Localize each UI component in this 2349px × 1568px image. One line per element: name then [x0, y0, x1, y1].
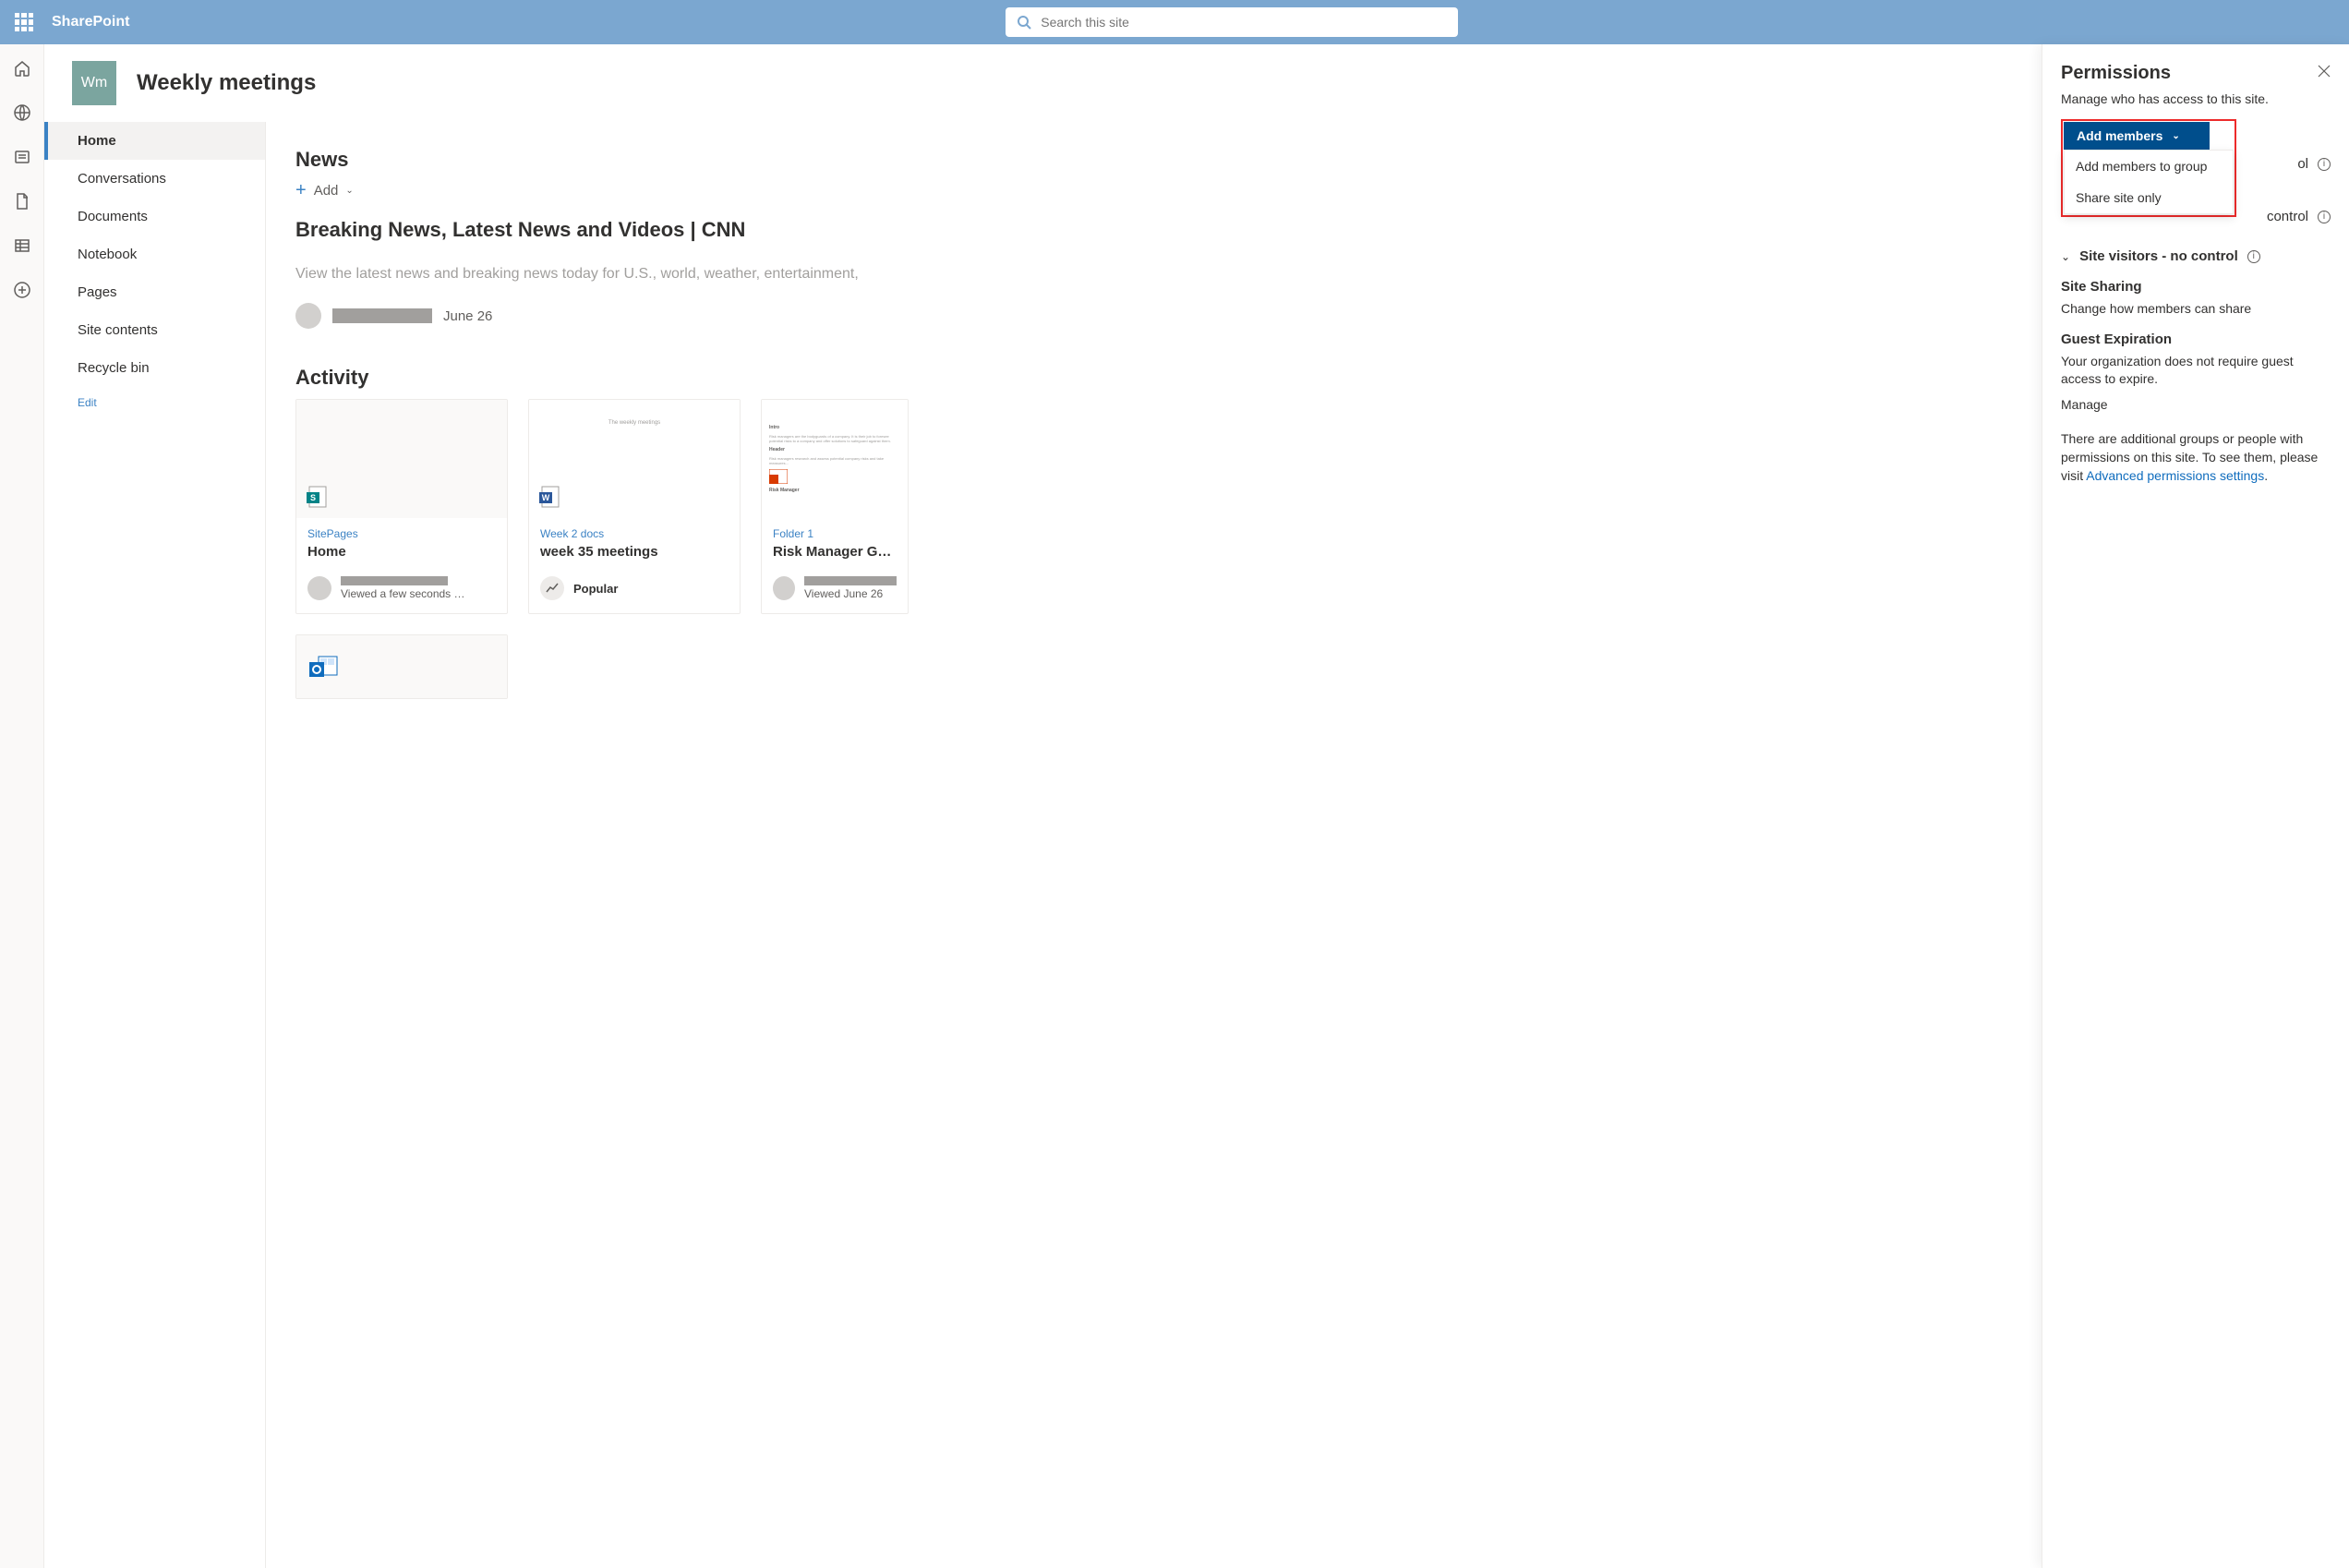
card-footer-text: Viewed a few seconds … — [341, 587, 465, 600]
nav-recycle-bin[interactable]: Recycle bin — [44, 349, 265, 387]
search-box[interactable] — [1006, 7, 1458, 37]
svg-text:W: W — [542, 493, 550, 502]
card-avatar — [773, 576, 795, 600]
card-preview: The weekly meetings W — [529, 400, 740, 518]
nav-pages[interactable]: Pages — [44, 273, 265, 311]
nav-notebook[interactable]: Notebook — [44, 235, 265, 273]
card-preview: Intro Risk managers are the bodyguards o… — [762, 400, 908, 518]
nav-conversations[interactable]: Conversations — [44, 160, 265, 198]
news-item-desc: View the latest news and breaking news t… — [295, 266, 2319, 283]
list-icon[interactable] — [13, 236, 31, 255]
popular-icon — [540, 576, 564, 600]
site-title: Weekly meetings — [137, 70, 316, 96]
permissions-panel: Permissions Manage who has access to thi… — [2042, 44, 2349, 1568]
card-footer-text: Popular — [573, 582, 618, 596]
site-logo[interactable]: Wm — [72, 61, 116, 105]
sharepoint-file-icon: S — [306, 485, 330, 509]
news-add-button[interactable]: + Add ⌄ — [295, 181, 354, 199]
panel-subtitle: Manage who has access to this site. — [2061, 91, 2331, 106]
nav-documents[interactable]: Documents — [44, 198, 265, 235]
card-avatar — [307, 576, 331, 600]
news-item-title[interactable]: Breaking News, Latest News and Videos | … — [295, 218, 2319, 242]
perm-visitors-row[interactable]: ⌄ Site visitors - no control i — [2061, 239, 2331, 273]
card-author-redacted — [341, 576, 448, 585]
powerpoint-file-icon — [769, 469, 788, 484]
add-members-button[interactable]: Add members ⌄ — [2064, 122, 2210, 150]
activity-heading: Activity — [295, 366, 2319, 390]
svg-text:S: S — [310, 493, 316, 502]
guest-expiration-text: Your organization does not require guest… — [2061, 353, 2331, 389]
card-footer-text: Viewed June 26 — [804, 587, 897, 600]
advanced-perm-link[interactable]: Advanced permissions settings — [2086, 468, 2264, 483]
left-nav: Home Conversations Documents Notebook Pa… — [44, 122, 266, 1568]
card-location: SitePages — [307, 527, 496, 540]
chevron-down-icon: ⌄ — [2172, 131, 2179, 141]
news-heading: News — [295, 148, 2319, 172]
news-byline: June 26 — [295, 303, 2319, 329]
chevron-down-icon: ⌄ — [2061, 250, 2070, 263]
nav-home[interactable]: Home — [44, 122, 265, 160]
info-icon[interactable]: i — [2318, 211, 2331, 223]
chevron-down-icon: ⌄ — [345, 186, 353, 196]
card-preview: S — [296, 400, 507, 518]
guest-expiration-heading: Guest Expiration — [2061, 332, 2331, 347]
perm-row-text: control — [2267, 209, 2308, 224]
perm-row-text: Site visitors - no control — [2079, 248, 2238, 264]
site-sharing-heading: Site Sharing — [2061, 279, 2331, 295]
nav-site-contents[interactable]: Site contents — [44, 311, 265, 349]
advanced-perm-text: There are additional groups or people wi… — [2061, 430, 2331, 485]
change-sharing-link[interactable]: Change how members can share — [2061, 300, 2331, 319]
word-file-icon: W — [538, 485, 562, 509]
close-icon[interactable] — [2318, 65, 2331, 78]
activity-card[interactable] — [295, 634, 508, 699]
author-avatar — [295, 303, 321, 329]
news-date: June 26 — [443, 308, 492, 324]
page-content: News + Add ⌄ Breaking News, Latest News … — [266, 122, 2349, 1568]
news-add-label: Add — [314, 183, 339, 199]
nav-edit-link[interactable]: Edit — [44, 387, 265, 418]
author-name-redacted — [332, 308, 432, 323]
search-icon — [1017, 15, 1031, 30]
top-bar: SharePoint — [0, 0, 2349, 44]
outlook-file-icon — [309, 655, 339, 681]
file-icon[interactable] — [13, 192, 31, 211]
card-title: Risk Manager Guide — [773, 544, 897, 560]
globe-icon[interactable] — [13, 103, 31, 122]
site-header: Wm Weekly meetings — [44, 44, 2349, 122]
home-icon[interactable] — [13, 59, 31, 78]
manage-guest-link[interactable]: Manage — [2061, 396, 2331, 415]
info-icon[interactable]: i — [2318, 158, 2331, 171]
activity-card[interactable]: Intro Risk managers are the bodyguards o… — [761, 399, 909, 614]
perm-row-text: ol — [2297, 156, 2308, 172]
app-launcher-icon[interactable] — [15, 13, 33, 31]
app-rail — [0, 44, 44, 1568]
card-title: week 35 meetings — [540, 544, 729, 560]
card-author-redacted — [804, 576, 897, 585]
card-location: Week 2 docs — [540, 527, 729, 540]
add-members-label: Add members — [2077, 128, 2162, 143]
activity-card[interactable]: S SitePages Home Viewed a few seconds … — [295, 399, 508, 614]
add-icon[interactable] — [13, 281, 31, 299]
card-location: Folder 1 — [773, 527, 897, 540]
activity-card[interactable]: The weekly meetings W Week 2 docs week 3… — [528, 399, 741, 614]
brand-label[interactable]: SharePoint — [52, 14, 129, 30]
search-input[interactable] — [1041, 15, 1447, 30]
plus-icon: + — [295, 181, 307, 199]
panel-title: Permissions — [2061, 63, 2331, 84]
info-icon[interactable]: i — [2247, 250, 2260, 263]
card-title: Home — [307, 544, 496, 560]
news-icon[interactable] — [13, 148, 31, 166]
